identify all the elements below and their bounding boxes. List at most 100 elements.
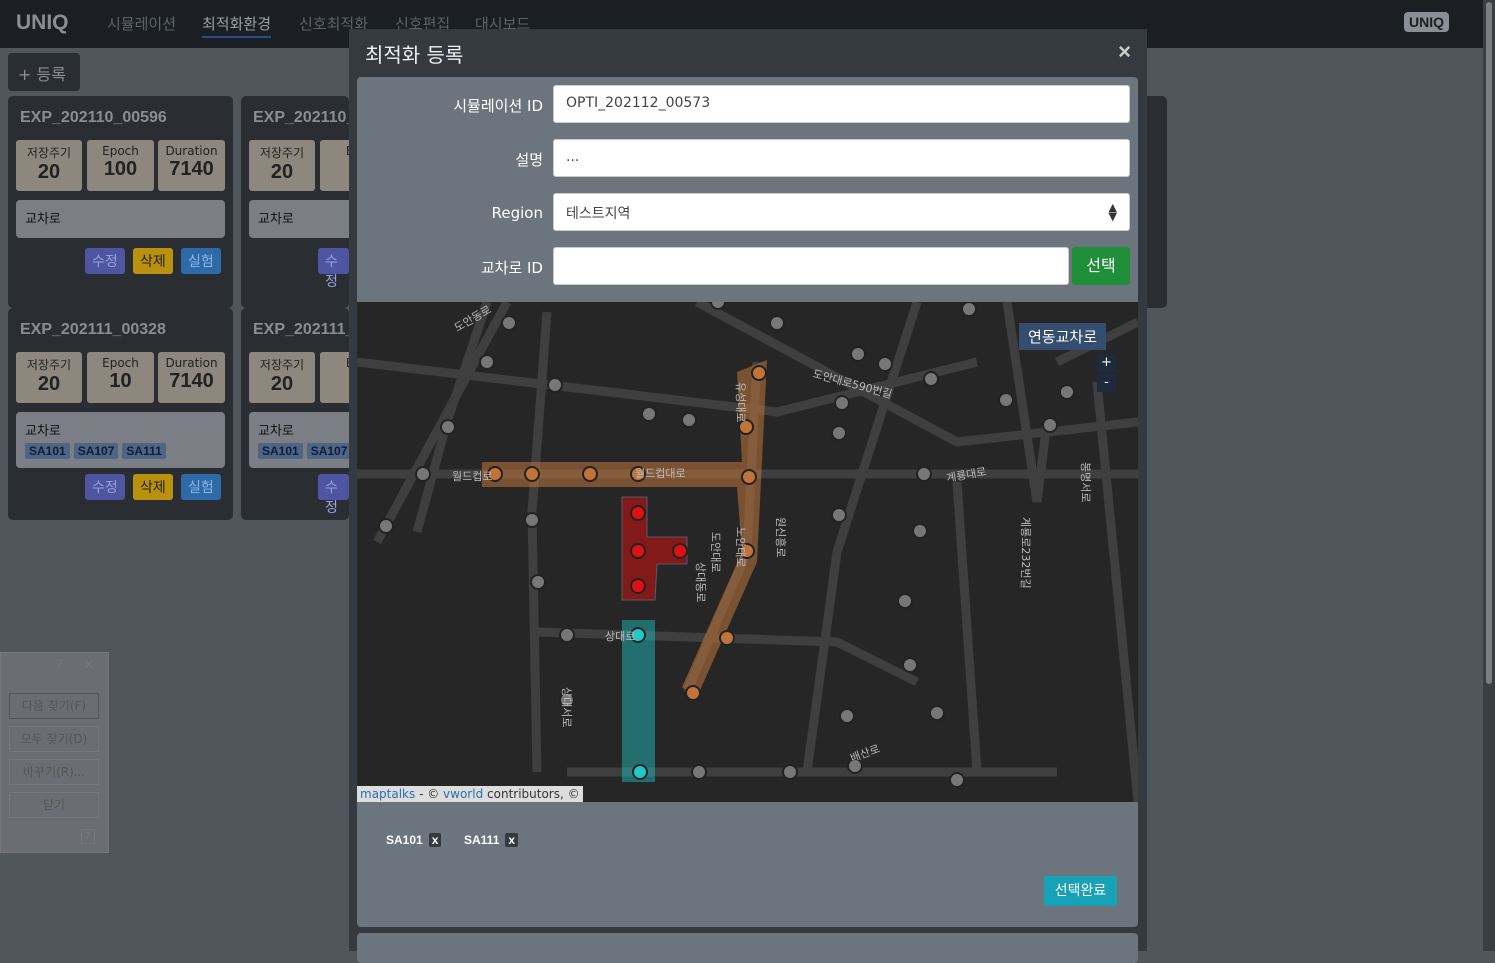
experiment-card: EXP_202110_00596 저장주기 20 Epoch 100 Duration 71… <box>8 96 233 308</box>
map-street-label: 상대로 <box>605 630 635 643</box>
zoom-out-button[interactable]: - <box>1097 374 1116 392</box>
experiment-card: EXP_202110_저장주기20Ep1교차로수정 <box>241 96 349 308</box>
attribution-text: contributors, © <box>483 787 580 801</box>
intersection-id-label: 교차로 ID <box>480 259 543 277</box>
remove-tag-button[interactable]: x <box>505 833 519 847</box>
intersection-node <box>877 356 893 372</box>
intersection-node <box>1059 384 1075 400</box>
card-button-1[interactable]: 삭제 <box>133 474 173 500</box>
card-button-1[interactable]: 삭제 <box>133 248 173 274</box>
intersection-node <box>897 593 913 609</box>
map-street-label: 월드컵로 <box>452 470 492 483</box>
intersection-node <box>479 354 495 370</box>
select-complete-button[interactable]: 선택완료 <box>1044 876 1117 906</box>
help-icon[interactable]: ? <box>81 829 95 844</box>
register-button[interactable]: + 등록 <box>8 53 80 91</box>
intersection-node <box>916 466 932 482</box>
close-icon[interactable]: × <box>1118 39 1131 65</box>
remove-tag-button[interactable]: x <box>428 833 442 847</box>
card-button-2[interactable]: 실험 <box>181 248 221 274</box>
intersection-box: 교차로 <box>16 200 225 238</box>
card-button-0[interactable]: 수정 <box>85 248 125 274</box>
select-button[interactable]: 선택 <box>1072 247 1130 285</box>
stat-value: 20 <box>37 373 61 395</box>
stat-label: Ep <box>320 144 349 158</box>
card-button-2[interactable]: 실험 <box>181 474 221 500</box>
stat-box: Duration 7140 <box>158 352 225 403</box>
card-title: EXP_202110_ <box>253 109 349 126</box>
sim-id-label: 시뮬레이션 ID <box>453 97 543 115</box>
linked-intersection-button[interactable]: 연동교차로 <box>1019 323 1107 350</box>
page-scrollbar[interactable] <box>1483 0 1495 951</box>
find-all-button[interactable]: 모두 찾기(D) <box>9 726 99 752</box>
nav-optimization-env[interactable]: 최적화환경 <box>202 13 272 38</box>
intersection-node <box>641 406 657 422</box>
stat-box: Epoch 100 <box>87 140 154 191</box>
intersection-node <box>378 518 394 534</box>
maptalks-link[interactable]: maptalks <box>360 787 415 801</box>
selected-node <box>630 505 646 521</box>
corridor-node <box>741 469 757 485</box>
stat-label: Epoch <box>102 356 139 370</box>
region-select[interactable]: 테스트지역 ▲ ▼ <box>553 193 1130 231</box>
selected-node <box>672 543 688 559</box>
corridor-node <box>685 685 701 701</box>
stat-box: Ep1 <box>320 352 349 403</box>
map-canvas[interactable]: 월드컵로 월드컵대로상대로도안대로 노안대로도안대로590번길계룡대로유성대로상대동… <box>357 302 1138 802</box>
stat-box: Duration 7140 <box>158 140 225 191</box>
card-button-0[interactable]: 수정 <box>85 474 125 500</box>
find-next-button[interactable]: 다음 찾기(F) <box>9 693 99 719</box>
card-button-0[interactable]: 수정 <box>318 474 349 516</box>
close-button[interactable]: 닫기 <box>9 792 99 818</box>
stat-value: 7140 <box>169 158 214 180</box>
desc-input[interactable]: ... <box>553 139 1130 177</box>
close-icon[interactable]: ✕ <box>83 658 94 673</box>
intersection-node <box>1042 417 1058 433</box>
map-street-label: 노안대로 <box>734 527 747 567</box>
map-attribution: maptalks - © vworld contributors, © <box>357 786 583 802</box>
stat-value: 10 <box>109 370 132 392</box>
corridor-node <box>582 466 598 482</box>
region-label: Region <box>491 204 543 222</box>
map-street-label: 상대동로 <box>694 562 707 602</box>
help-icon[interactable]: ? <box>56 658 63 673</box>
sim-id-input[interactable]: OPTI_202112_00573 <box>553 85 1130 123</box>
intersection-node <box>998 392 1014 408</box>
region-value: 테스트지역 <box>566 206 631 222</box>
intersection-node <box>769 315 785 331</box>
stat-label: 저장주기 <box>26 146 72 160</box>
logo: UNIQ <box>16 11 69 34</box>
intersection-node <box>559 627 575 643</box>
selected-node <box>630 578 646 594</box>
map-street-label: 원신흥로 <box>774 517 788 557</box>
intersection-node <box>831 507 847 523</box>
intersection-chip: SA101 <box>25 443 70 459</box>
map-street-label: 계룡로232번길 <box>1019 517 1032 589</box>
intersection-node <box>547 377 563 393</box>
card-button-0[interactable]: 수정 <box>318 248 349 290</box>
stat-label: Ep <box>320 356 349 370</box>
intersection-node <box>961 302 977 317</box>
intersection-box: 교차로 SA101 SA107 SA111 <box>16 412 225 468</box>
vworld-link[interactable]: vworld <box>443 787 483 801</box>
intersection-node <box>782 764 798 780</box>
road <box>412 302 492 534</box>
intersection-node <box>524 512 540 528</box>
next-form-panel <box>357 933 1138 963</box>
zoom-in-button[interactable]: + <box>1097 354 1116 372</box>
stat-value: 1 <box>320 158 349 181</box>
nav-simulation[interactable]: 시뮬레이션 <box>107 13 176 34</box>
replace-button[interactable]: 바꾸기(R)... <box>9 759 99 785</box>
intersection-node <box>850 346 866 362</box>
card-title: EXP_202111_00328 <box>20 321 166 338</box>
intersection-node <box>440 419 456 435</box>
modal-title: 최적화 등록 <box>365 43 464 67</box>
intersection-label: 교차로 <box>258 424 294 439</box>
intersection-id-input[interactable] <box>553 247 1069 285</box>
intersection-label: 교차로 <box>25 424 61 439</box>
map-street-label: 상대서로 <box>560 687 573 727</box>
map[interactable]: 월드컵로 월드컵대로 상대로 도안대로 노안대로 도안대로590번길 계룡대로 유성대로 상대동… <box>357 302 1138 802</box>
intersection-node <box>501 315 517 331</box>
user-badge[interactable]: UNIQ <box>1404 12 1449 32</box>
intersection-node <box>831 425 847 441</box>
